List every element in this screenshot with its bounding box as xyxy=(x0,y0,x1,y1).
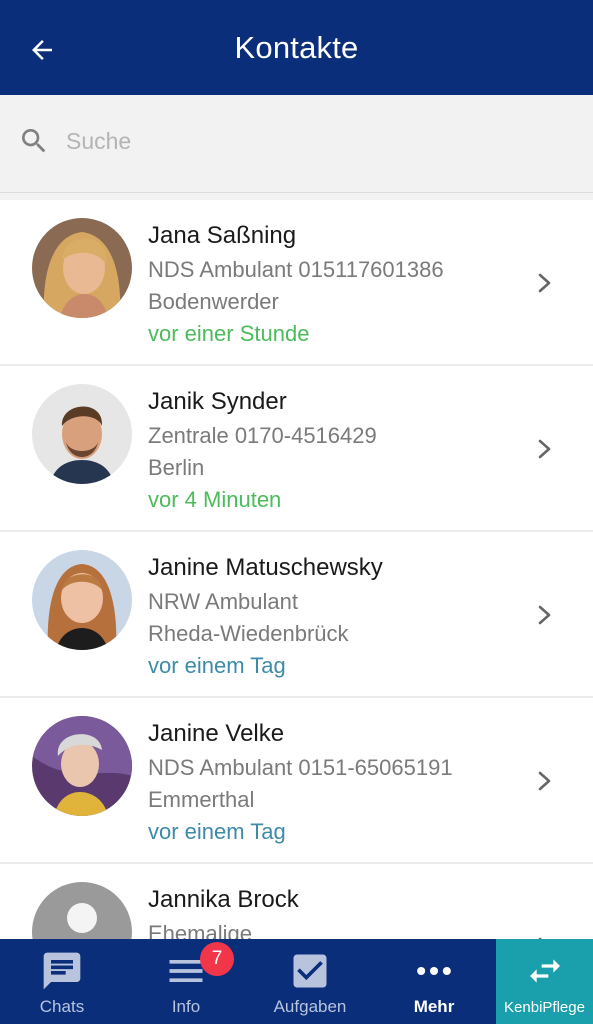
more-icon xyxy=(417,966,451,976)
tab-label: Chats xyxy=(39,997,85,1016)
avatar xyxy=(32,384,132,484)
contact-department-phone: NDS Ambulant 015117601386 xyxy=(148,257,444,282)
avatar-placeholder xyxy=(32,882,132,940)
contact-item[interactable]: Janine Matuschewsky NRW Ambulant Rheda-W… xyxy=(0,532,593,696)
contact-department-phone: Zentrale 0170-4516429 xyxy=(148,423,377,448)
bottom-tab-bar: Chats Info Aufgaben Mehr KenbiPflege xyxy=(0,939,593,1024)
avatar xyxy=(32,218,132,318)
contact-list: Jana Saßning NDS Ambulant 015117601386 B… xyxy=(0,200,593,940)
tab-kenbipflege[interactable]: KenbiPflege xyxy=(496,939,593,1024)
last-seen-label: vor einem Tag xyxy=(148,819,286,844)
chevron-right-icon xyxy=(538,439,551,459)
contact-city: Rheda-Wiedenbrück xyxy=(148,621,349,646)
tab-label: KenbiPflege xyxy=(504,999,585,1016)
contact-item[interactable]: Janik Synder Zentrale 0170-4516429 Berli… xyxy=(0,366,593,530)
contact-item[interactable]: Janine Velke NDS Ambulant 0151-65065191 … xyxy=(0,698,593,862)
notification-badge: 7 xyxy=(200,942,234,976)
tab-chats[interactable]: Chats xyxy=(0,939,124,1024)
tab-mehr[interactable]: Mehr xyxy=(372,939,496,1024)
contact-city: Berlin xyxy=(148,455,205,480)
contact-item[interactable]: Jana Saßning NDS Ambulant 015117601386 B… xyxy=(0,200,593,364)
search-bar xyxy=(0,95,593,193)
contact-name: Jannika Brock xyxy=(148,886,299,913)
search-icon xyxy=(22,129,46,153)
chevron-right-icon xyxy=(538,605,551,625)
contact-department-phone: NRW Ambulant xyxy=(148,589,298,614)
avatar xyxy=(32,550,132,650)
app-bar: Kontakte xyxy=(0,0,593,95)
last-seen-label: vor einem Tag xyxy=(148,653,286,678)
chat-icon xyxy=(43,952,81,990)
tab-aufgaben[interactable]: Aufgaben xyxy=(248,939,372,1024)
chevron-right-icon xyxy=(538,273,551,293)
contact-city: Bodenwerder xyxy=(148,289,279,314)
page-title: Kontakte xyxy=(234,30,359,65)
contact-department-phone: NDS Ambulant 0151-65065191 xyxy=(148,755,453,780)
tab-label: Aufgaben xyxy=(273,997,347,1016)
last-seen-label: vor 4 Minuten xyxy=(148,487,282,512)
tab-label: Info xyxy=(171,997,201,1016)
contact-name: Janine Velke xyxy=(148,720,285,747)
contact-department-phone: Ehemalige xyxy=(148,921,252,940)
contact-name: Jana Saßning xyxy=(148,222,297,249)
contact-city: Emmerthal xyxy=(148,787,255,812)
tab-label: Mehr xyxy=(413,997,455,1016)
contact-item[interactable]: Jannika Brock Ehemalige xyxy=(0,864,593,940)
avatar xyxy=(32,716,132,816)
contacts-screen: Kontakte Jana Saßning NDS Ambulant 01511… xyxy=(0,0,593,1024)
checkbox-icon xyxy=(293,954,327,988)
chevron-right-icon xyxy=(538,771,551,791)
search-input[interactable] xyxy=(66,123,566,159)
switch-arrows-icon xyxy=(529,959,560,983)
contact-name: Janine Matuschewsky xyxy=(148,554,383,581)
last-seen-label: vor einer Stunde xyxy=(148,321,310,346)
contact-name: Janik Synder xyxy=(148,388,287,415)
